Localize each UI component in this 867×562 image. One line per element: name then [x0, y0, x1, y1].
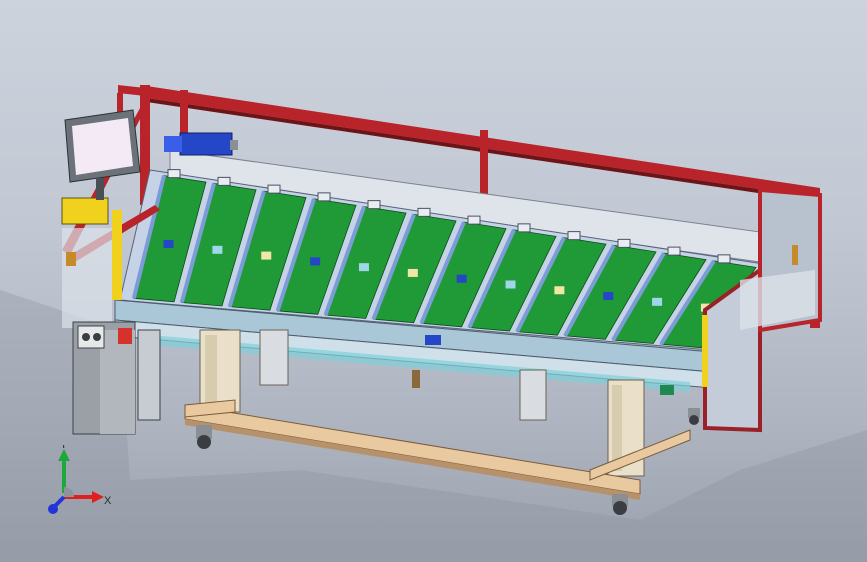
cad-viewport[interactable]: Y X — [0, 0, 867, 562]
board-component — [652, 297, 663, 306]
board-clamp — [417, 207, 431, 217]
hmi-monitor — [64, 109, 141, 200]
board-component — [163, 240, 174, 249]
triad-y-label: Y — [60, 445, 68, 451]
board-component — [456, 274, 467, 283]
board-clamp — [717, 254, 731, 264]
triad-z-arrowhead — [48, 504, 58, 514]
triad-arc — [64, 487, 74, 497]
board-clamp — [367, 200, 381, 210]
board-clamp — [167, 169, 181, 179]
board-clamp — [317, 192, 331, 202]
board-component — [407, 268, 418, 277]
board-component — [212, 245, 223, 254]
triad-x-arrowhead — [92, 491, 104, 503]
board-component — [603, 292, 614, 301]
triad-x-label: X — [104, 495, 112, 507]
machine-assembly-model[interactable] — [0, 0, 867, 562]
board-clamp — [467, 215, 481, 225]
board-component — [505, 280, 516, 289]
board-component — [358, 263, 369, 272]
board-component — [261, 251, 272, 260]
board-clamp — [567, 231, 581, 241]
board-component — [554, 286, 565, 295]
board-clamp — [517, 223, 531, 233]
board-clamp — [267, 184, 281, 194]
board-clamp — [217, 176, 231, 186]
board-clamp — [667, 246, 681, 256]
control-cabinet — [72, 321, 161, 435]
board-clamp — [617, 238, 631, 248]
coordinate-triad: Y X — [48, 445, 112, 514]
board-component — [310, 257, 321, 266]
drive-motor — [164, 132, 238, 156]
